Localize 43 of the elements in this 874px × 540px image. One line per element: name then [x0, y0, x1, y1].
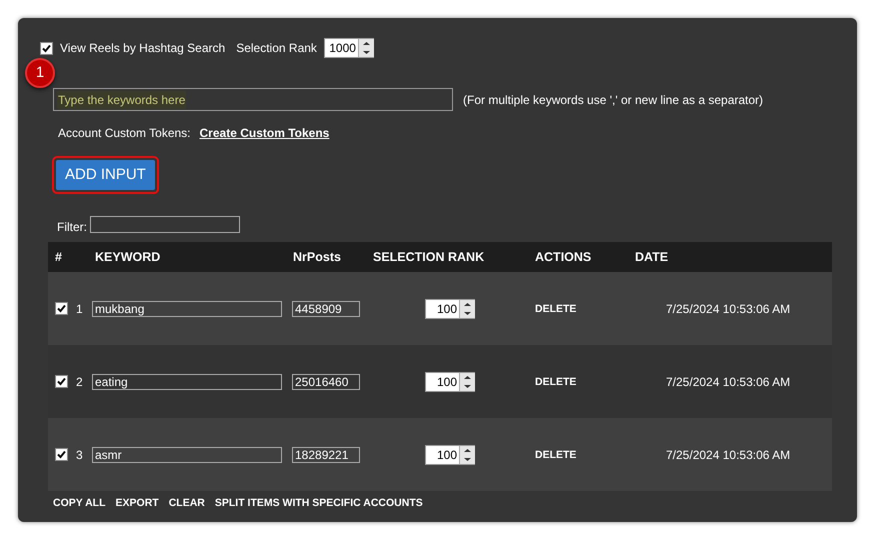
number-spinner[interactable]: 1000 [324, 38, 374, 58]
footer-action-link[interactable]: CLEAR [168, 496, 205, 512]
posts-field[interactable]: 25016460 [292, 374, 360, 390]
delete-link[interactable]: DELETE [535, 300, 576, 316]
row-number: 2 [76, 374, 83, 390]
tokens-label: Account Custom Tokens: [58, 125, 191, 142]
selection-rank-label: Selection Rank [236, 40, 317, 57]
posts-field[interactable]: 4458909 [292, 300, 360, 316]
date-cell-text: 7/25/2024 10:53:06 AM [665, 446, 792, 464]
keyword-field[interactable]: asmr [92, 446, 282, 462]
checkbox[interactable] [55, 375, 68, 388]
column-header: SELECTION RANK [372, 248, 486, 266]
column-header: ACTIONS [534, 248, 592, 266]
keywords-field[interactable]: Type the keywords here [53, 88, 453, 111]
date-cell-text: 7/25/2024 10:53:06 AM [665, 374, 792, 390]
column-header: # [54, 248, 63, 266]
delete-link[interactable]: DELETE [535, 446, 576, 462]
checkbox[interactable] [55, 302, 68, 315]
row-number: 1 [76, 300, 83, 318]
delete-link[interactable]: DELETE [535, 374, 576, 390]
footer-action-link[interactable]: COPY ALL [53, 496, 106, 512]
keyword-field[interactable]: mukbang [92, 300, 282, 316]
footer-action-link[interactable]: EXPORT [116, 496, 159, 512]
number-spinner[interactable]: 100 [425, 444, 475, 464]
keyword-field[interactable]: eating [92, 374, 282, 390]
column-header: NrPosts [292, 248, 342, 266]
step-badge: 1 [25, 58, 55, 88]
row-number: 3 [76, 446, 83, 464]
add-input-button[interactable]: ADD INPUT [56, 160, 155, 190]
column-header: DATE [634, 248, 670, 266]
checkbox[interactable] [55, 448, 68, 461]
posts-field[interactable]: 18289221 [292, 446, 360, 462]
number-spinner[interactable]: 100 [425, 298, 475, 318]
create-tokens-link[interactable]: Create Custom Tokens [200, 124, 330, 142]
separator-hint: (For multiple keywords use ',' or new line as a separator) [463, 92, 764, 108]
checkbox[interactable] [40, 42, 53, 54]
footer-action-link[interactable]: SPLIT ITEMS WITH SPECIFIC ACCOUNTS [214, 496, 423, 512]
filter-label: Filter: [57, 219, 87, 236]
filter-field[interactable] [90, 216, 240, 233]
number-spinner[interactable]: 100 [425, 372, 475, 392]
date-cell-text: 7/25/2024 10:53:06 AM [665, 300, 792, 318]
checkbox-label: View Reels by Hashtag Search [60, 40, 226, 57]
column-header: KEYWORD [94, 248, 162, 266]
